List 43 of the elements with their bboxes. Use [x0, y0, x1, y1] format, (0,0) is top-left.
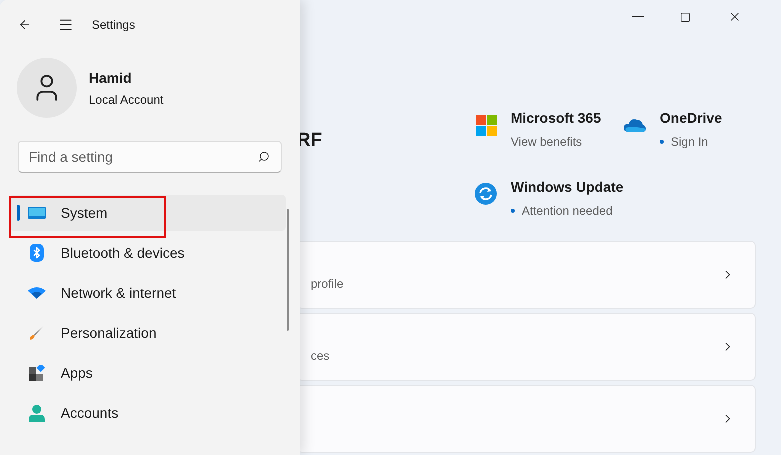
bluetooth-icon: [30, 244, 44, 262]
sync-icon: [475, 182, 497, 204]
settings-card[interactable]: ces: [297, 313, 756, 381]
card-subtitle: ces: [311, 348, 330, 365]
nav-item[interactable]: Apps: [10, 355, 286, 391]
nav-label: Personalization: [61, 324, 157, 342]
brush-icon: [29, 325, 45, 341]
search-field[interactable]: Find a setting: [18, 141, 282, 173]
nav-label: Network & internet: [61, 284, 176, 302]
person-icon: [29, 404, 45, 422]
account-type: Local Account: [89, 92, 164, 108]
nav-label: Accounts: [61, 404, 119, 422]
tile-status: Attention needed: [522, 202, 613, 220]
wifi-icon: [28, 287, 46, 299]
tile-title[interactable]: OneDrive: [660, 108, 722, 129]
window-title: Settings: [92, 17, 136, 34]
minimize-icon: [632, 16, 644, 18]
nav-item[interactable]: Network & internet: [10, 275, 286, 311]
nav-label: Apps: [61, 364, 93, 383]
settings-card[interactable]: profile: [297, 241, 756, 309]
close-icon: [728, 10, 742, 24]
cloud-icon: [624, 118, 646, 132]
tile-title[interactable]: Windows Update: [511, 176, 624, 198]
tile-status: Sign In: [671, 134, 708, 151]
nav-label: Bluetooth & devices: [61, 244, 185, 262]
close-button[interactable]: [728, 10, 742, 24]
menu-button[interactable]: [58, 18, 74, 32]
nav-item[interactable]: System: [10, 195, 286, 231]
maximize-icon: [680, 12, 691, 22]
nav-item[interactable]: Accounts: [10, 395, 286, 431]
search-icon: [258, 151, 270, 163]
nav-item[interactable]: Personalization: [10, 315, 286, 351]
nav-item[interactable]: Bluetooth & devices: [10, 235, 286, 271]
monitor-icon: [28, 206, 46, 220]
nav-label: System: [61, 204, 108, 223]
apps-icon: [29, 365, 45, 381]
selection-indicator: [17, 205, 20, 221]
tile-title[interactable]: Microsoft 365: [511, 108, 602, 129]
back-button[interactable]: [18, 18, 32, 32]
tile-status: View benefits: [511, 134, 582, 151]
card-subtitle: profile: [311, 276, 344, 293]
four-squares-icon: [476, 114, 496, 136]
account-name: Hamid: [89, 68, 133, 88]
